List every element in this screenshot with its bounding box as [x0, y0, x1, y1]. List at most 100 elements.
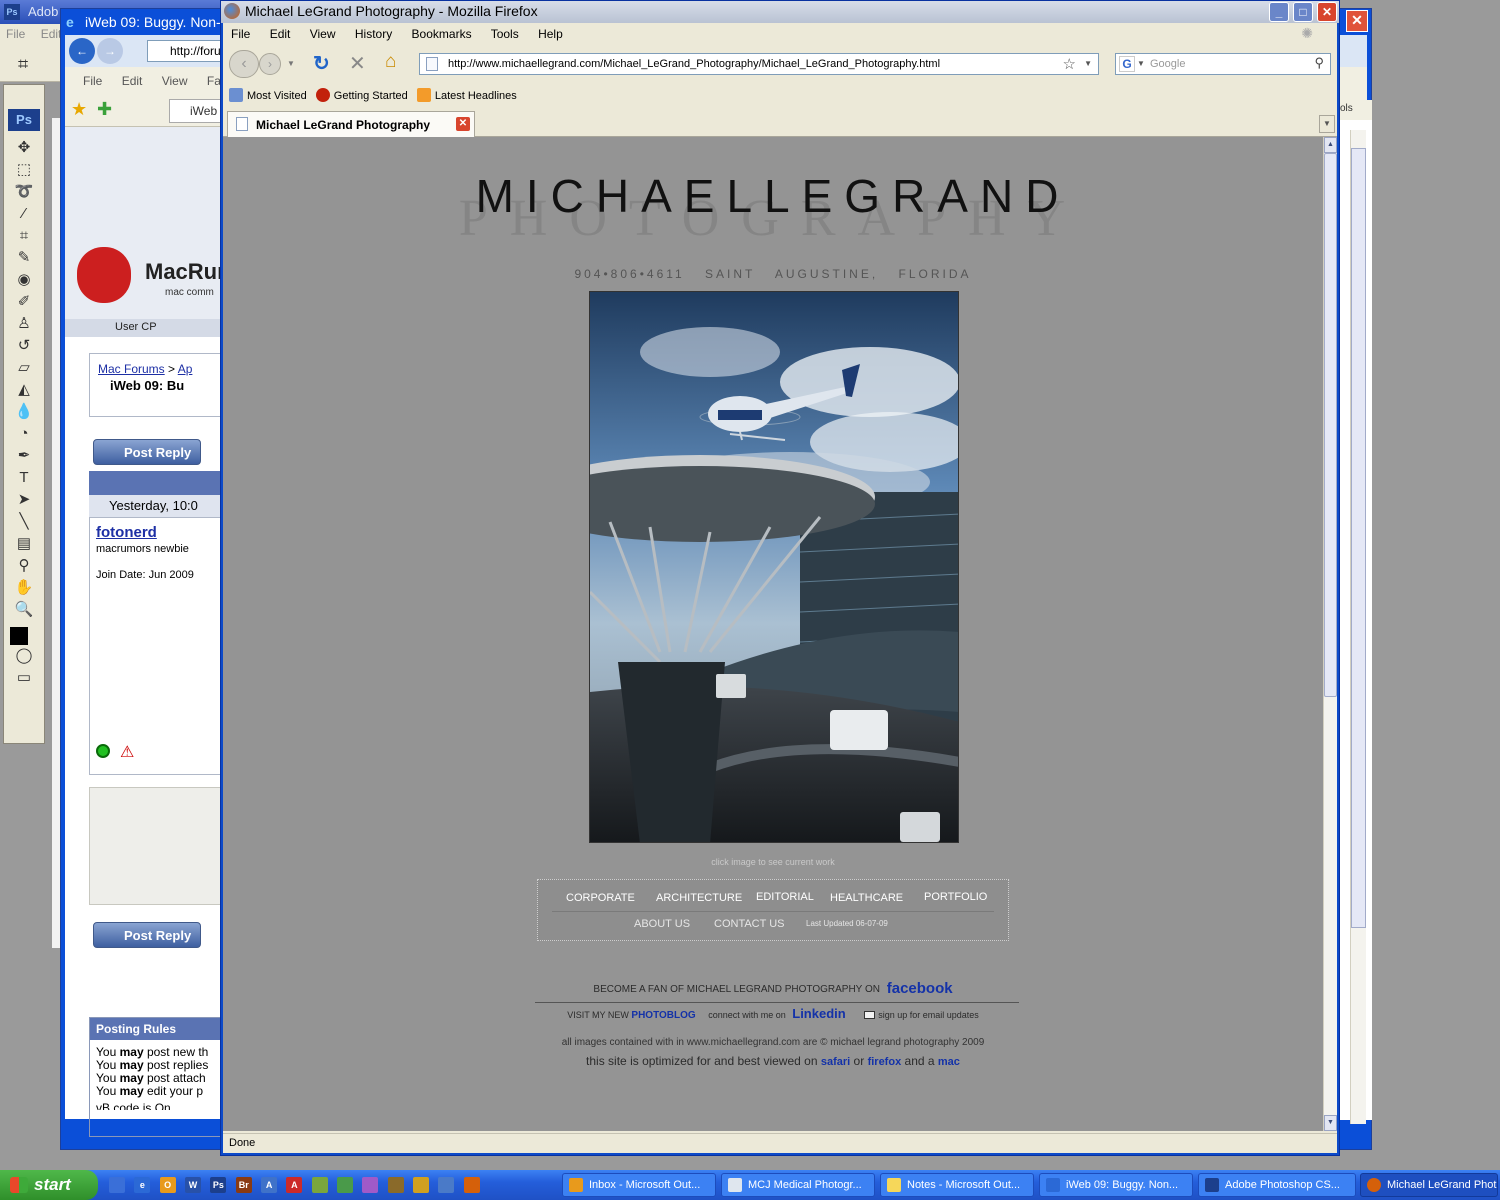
search-box[interactable]: G ▼ Google ⚲: [1115, 53, 1331, 75]
scroll-up-icon[interactable]: ▲: [1324, 137, 1337, 153]
history-dropdown-icon[interactable]: ▼: [287, 59, 295, 68]
bookmark-getting-started[interactable]: Getting Started: [315, 88, 408, 102]
breadcrumb-mac-forums[interactable]: Mac Forums: [98, 362, 165, 376]
bridge-quicklaunch-icon[interactable]: Br: [235, 1177, 252, 1193]
menu-bookmarks[interactable]: Bookmarks: [412, 27, 472, 41]
user-cp-link[interactable]: User CP: [115, 321, 157, 333]
task-mcj-medical[interactable]: MCJ Medical Photogr...: [721, 1173, 875, 1197]
maximize-button[interactable]: □: [1293, 2, 1313, 22]
outlook-quicklaunch-icon[interactable]: O: [159, 1177, 176, 1193]
tab-michael-legrand[interactable]: Michael LeGrand Photography ✕: [227, 111, 475, 137]
stop-icon[interactable]: ✕: [349, 51, 366, 76]
quick-mask-icon[interactable]: ◯: [4, 645, 44, 667]
ie-quicklaunch-icon[interactable]: e: [134, 1177, 151, 1193]
hand-tool-icon[interactable]: ✋: [4, 577, 44, 599]
task-firefox[interactable]: Michael LeGrand Phot...: [1360, 1173, 1498, 1197]
scroll-thumb[interactable]: [1324, 153, 1337, 697]
vertical-scrollbar[interactable]: ▲ ▼: [1323, 137, 1337, 1131]
mac-link[interactable]: mac: [938, 1056, 960, 1068]
menu-help[interactable]: Help: [538, 27, 563, 41]
bookmark-latest-headlines[interactable]: Latest Headlines: [416, 88, 517, 102]
scroll-down-icon[interactable]: ▼: [1324, 1115, 1337, 1131]
search-input[interactable]: Google: [1150, 58, 1185, 70]
url-bar[interactable]: http://www.michaellegrand.com/Michael_Le…: [419, 53, 1099, 75]
screen-mode-icon[interactable]: ▭: [4, 667, 44, 689]
app2-quicklaunch-icon[interactable]: [362, 1177, 379, 1193]
firefox-link[interactable]: firefox: [868, 1056, 902, 1068]
stamp-tool-icon[interactable]: ♙: [4, 313, 44, 335]
word-quicklaunch-icon[interactable]: W: [185, 1177, 202, 1193]
ie-menu-edit[interactable]: Edit: [122, 74, 143, 88]
task-outlook-notes[interactable]: Notes - Microsoft Out...: [880, 1173, 1034, 1197]
bookmark-most-visited[interactable]: Most Visited: [229, 88, 307, 102]
tree-quicklaunch-icon[interactable]: [337, 1177, 354, 1193]
forum-logo[interactable]: MacRur: [145, 259, 226, 285]
email-signup-link[interactable]: sign up for email updates: [878, 1010, 979, 1020]
app3-quicklaunch-icon[interactable]: [387, 1177, 404, 1193]
google-engine-icon[interactable]: G: [1119, 56, 1135, 72]
menu-file[interactable]: File: [231, 27, 250, 41]
ie-forward-button[interactable]: →: [97, 38, 123, 64]
report-post-icon[interactable]: ⚠: [120, 742, 134, 762]
ie-back-button[interactable]: ←: [69, 38, 95, 64]
reload-icon[interactable]: ↻: [313, 51, 330, 76]
ie-menu-file[interactable]: File: [83, 74, 102, 88]
type-tool-icon[interactable]: T: [4, 467, 44, 489]
helicopter-photo[interactable]: [590, 292, 959, 843]
ie-menu-view[interactable]: View: [162, 74, 188, 88]
brush-tool-icon[interactable]: ✐: [4, 291, 44, 313]
healing-brush-icon[interactable]: ◉: [4, 269, 44, 291]
nav-corporate[interactable]: CORPORATE: [566, 892, 635, 904]
slice-tool-icon[interactable]: ✎: [4, 247, 44, 269]
nav-architecture[interactable]: ARCHITECTURE: [656, 892, 742, 904]
facebook-link[interactable]: facebook: [887, 980, 953, 997]
show-desktop-icon[interactable]: [109, 1177, 125, 1193]
linkedin-link[interactable]: Linkedin: [792, 1006, 845, 1021]
task-photoshop[interactable]: Adobe Photoshop CS...: [1198, 1173, 1356, 1197]
url-text[interactable]: http://www.michaellegrand.com/Michael_Le…: [448, 58, 940, 70]
history-brush-icon[interactable]: ↺: [4, 335, 44, 357]
pen-tool-icon[interactable]: ✒: [4, 445, 44, 467]
post-reply-button[interactable]: Post Reply: [93, 439, 201, 465]
crop-tool-icon[interactable]: ⌗: [18, 54, 28, 75]
safari-link[interactable]: safari: [821, 1056, 850, 1068]
menu-view[interactable]: View: [310, 27, 336, 41]
ie-vertical-scrollbar[interactable]: [1350, 130, 1366, 1124]
lasso-tool-icon[interactable]: ➰: [4, 181, 44, 203]
notes-tool-icon[interactable]: ▤: [4, 533, 44, 555]
site-logo[interactable]: MICHAELLEGRAND: [223, 169, 1323, 223]
ie-close-button[interactable]: ✕: [1346, 10, 1368, 32]
paint-bucket-icon[interactable]: ◭: [4, 379, 44, 401]
eraser-tool-icon[interactable]: ▱: [4, 357, 44, 379]
magic-wand-tool-icon[interactable]: ⁄: [4, 203, 44, 225]
photoshop-quicklaunch-icon[interactable]: Ps: [210, 1177, 227, 1193]
ie-tools-menu[interactable]: ols: [1340, 100, 1372, 120]
forward-button[interactable]: ›: [259, 53, 281, 75]
ie-scroll-thumb[interactable]: [1351, 148, 1366, 928]
start-button[interactable]: start: [0, 1170, 98, 1200]
nav-about-us[interactable]: ABOUT US: [634, 918, 690, 930]
photoblog-link[interactable]: PHOTOBLOG: [631, 1010, 695, 1021]
blur-tool-icon[interactable]: 💧: [4, 401, 44, 423]
move-tool-icon[interactable]: ✥: [4, 137, 44, 159]
search-icon[interactable]: ⚲: [1314, 55, 1324, 71]
people-quicklaunch-icon[interactable]: [311, 1177, 328, 1193]
tab-close-icon[interactable]: ✕: [456, 117, 470, 131]
ps-menu-file[interactable]: File: [6, 27, 25, 41]
crop-tool-icon[interactable]: ⌗: [4, 225, 44, 247]
menu-edit[interactable]: Edit: [270, 27, 291, 41]
nav-editorial[interactable]: EDITORIAL: [756, 891, 814, 903]
engine-dropdown-icon[interactable]: ▼: [1137, 59, 1145, 68]
app4-quicklaunch-icon[interactable]: [438, 1177, 455, 1193]
task-outlook-inbox[interactable]: Inbox - Microsoft Out...: [562, 1173, 716, 1197]
close-button[interactable]: ✕: [1317, 2, 1337, 22]
nav-portfolio[interactable]: PORTFOLIO: [924, 891, 987, 903]
tab-list-button[interactable]: ▼: [1319, 115, 1335, 133]
menu-tools[interactable]: Tools: [491, 27, 519, 41]
zoom-tool-icon[interactable]: 🔍: [4, 599, 44, 621]
minimize-button[interactable]: _: [1269, 2, 1289, 22]
dodge-tool-icon[interactable]: ◔: [4, 423, 44, 445]
path-select-icon[interactable]: ➤: [4, 489, 44, 511]
favorites-star-icon[interactable]: ★: [71, 99, 87, 120]
eyedropper-tool-icon[interactable]: ⚲: [4, 555, 44, 577]
